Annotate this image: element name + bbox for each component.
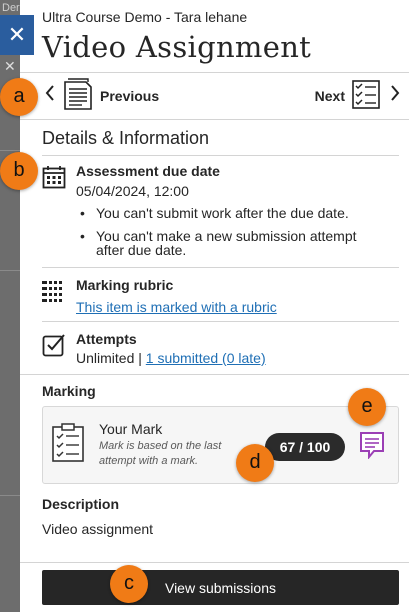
checklist-icon bbox=[351, 78, 381, 115]
chevron-left-icon bbox=[44, 84, 56, 108]
divider bbox=[20, 119, 409, 120]
rubric-title: Marking rubric bbox=[76, 277, 174, 293]
view-submissions-button[interactable]: View submissions bbox=[42, 570, 399, 605]
assignment-panel: Ultra Course Demo - Tara lehane Video As… bbox=[20, 0, 409, 612]
feedback-button[interactable] bbox=[359, 431, 385, 460]
rubric-grid-icon bbox=[42, 281, 66, 308]
document-icon bbox=[62, 77, 94, 116]
next-button[interactable]: Next bbox=[309, 78, 401, 114]
section-title: Details & Information bbox=[42, 128, 210, 148]
divider bbox=[20, 72, 409, 73]
due-date-title: Assessment due date bbox=[76, 163, 220, 179]
attempts-value: Unlimited bbox=[76, 350, 135, 366]
checklist-icon bbox=[51, 423, 87, 468]
description-text: Video assignment bbox=[42, 521, 154, 537]
background-divider bbox=[0, 150, 20, 151]
background-text: Der bbox=[2, 2, 20, 14]
chevron-right-icon bbox=[389, 84, 401, 108]
calendar-icon bbox=[42, 165, 66, 194]
attempts-line: Unlimited | 1 submitted (0 late) bbox=[76, 350, 266, 366]
background-divider bbox=[0, 270, 20, 271]
attempts-title: Attempts bbox=[76, 331, 137, 347]
bullet-dot: • bbox=[80, 205, 85, 221]
score-badge: 67 / 100 bbox=[265, 433, 345, 461]
due-date-note-text: You can't make a new submission attempt … bbox=[96, 228, 357, 258]
page-title: Video Assignment bbox=[42, 30, 312, 64]
background-divider bbox=[0, 495, 20, 496]
description-label: Description bbox=[42, 496, 120, 512]
due-date-value: 05/04/2024, 12:00 bbox=[76, 183, 189, 199]
attempts-separator: | bbox=[138, 350, 142, 366]
previous-button[interactable]: Previous bbox=[44, 77, 165, 116]
close-button[interactable]: ✕ bbox=[0, 15, 34, 55]
callout-d: d bbox=[236, 444, 274, 482]
divider bbox=[42, 321, 399, 322]
callout-a: a bbox=[0, 78, 38, 116]
mark-card: Your Mark Mark is based on the last atte… bbox=[42, 406, 399, 484]
bullet-dot: • bbox=[80, 228, 85, 244]
next-label: Next bbox=[314, 88, 345, 104]
feedback-icon bbox=[360, 432, 384, 460]
due-date-note: • You can't submit work after the due da… bbox=[76, 206, 386, 220]
callout-b: b bbox=[0, 152, 38, 190]
close-icon: ✕ bbox=[7, 22, 27, 47]
previous-label: Previous bbox=[100, 88, 160, 104]
callout-c: c bbox=[110, 565, 148, 603]
due-date-note: • You can't make a new submission attemp… bbox=[76, 229, 386, 257]
due-date-note-text: You can't submit work after the due date… bbox=[96, 205, 349, 221]
mark-note: Mark is based on the last attempt with a… bbox=[99, 440, 222, 467]
divider bbox=[42, 155, 399, 156]
divider bbox=[20, 374, 409, 375]
submissions-link[interactable]: 1 submitted (0 late) bbox=[146, 350, 266, 366]
rubric-link[interactable]: This item is marked with a rubric bbox=[76, 299, 277, 315]
divider bbox=[42, 267, 399, 268]
callout-e: e bbox=[348, 388, 386, 426]
course-name: Ultra Course Demo - Tara lehane bbox=[42, 9, 248, 25]
marking-label: Marking bbox=[42, 383, 96, 399]
checkbox-icon bbox=[42, 333, 66, 362]
footer: View submissions bbox=[20, 562, 409, 612]
background-close-icon: ✕ bbox=[4, 58, 16, 74]
your-mark-title: Your Mark bbox=[99, 421, 163, 437]
